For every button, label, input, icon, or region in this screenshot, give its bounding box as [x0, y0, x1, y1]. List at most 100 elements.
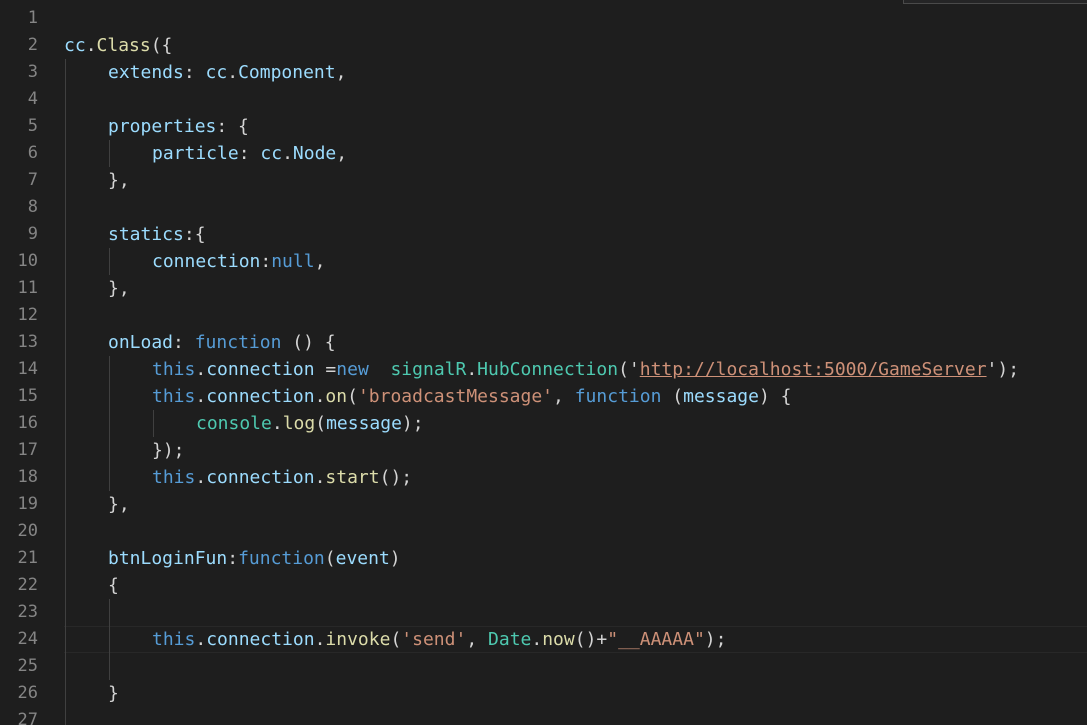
line-number: 16 [17, 413, 38, 433]
code-token: ( [661, 386, 684, 407]
code-editor[interactable]: 1 2 3 4 5 6 7 8 9 10 11 12 13 14 15 16 17 18 19 20 21 22 23 24 2… [0, 0, 1087, 725]
line-number: 26 [17, 683, 38, 703]
line-number: 19 [17, 494, 38, 514]
code-token: . [195, 629, 207, 650]
code-token: Node [292, 143, 337, 164]
code-token: ); [401, 413, 424, 434]
line-number: 27 [17, 710, 38, 725]
code-token: . [531, 629, 543, 650]
code-token: . [195, 359, 207, 380]
code-token: function [194, 332, 282, 353]
code-token: Class [96, 35, 151, 56]
line-number: 5 [27, 116, 38, 136]
code-token: message [326, 413, 402, 434]
code-token: ( [315, 413, 327, 434]
code-token: . [466, 359, 478, 380]
line-number: 12 [17, 305, 38, 325]
line-number: 23 [17, 602, 38, 622]
code-token: particle [152, 143, 239, 164]
code-token: signalR [390, 359, 467, 380]
code-token: }, [108, 278, 130, 299]
code-token: ()+ [574, 629, 608, 650]
code-token: onLoad [108, 332, 174, 353]
code-token: = [314, 359, 337, 380]
code-token: statics [108, 224, 184, 245]
line-number: 11 [17, 278, 38, 298]
line-number: 6 [27, 143, 38, 163]
code-area[interactable]: cc.Class({extends: cc.Component, properti… [64, 0, 1087, 725]
code-line[interactable]: properties: { [108, 113, 249, 140]
code-token: connection [206, 386, 315, 407]
code-token: cc [205, 62, 228, 83]
code-token: ( [390, 629, 402, 650]
code-token: (); [379, 467, 413, 488]
code-line[interactable]: onLoad: function () { [108, 329, 336, 356]
code-token: console [196, 413, 272, 434]
code-token: Component [238, 62, 336, 83]
line-number: 21 [17, 548, 38, 568]
code-token: }, [108, 170, 130, 191]
code-line[interactable]: this.connection.invoke('send', Date.now(… [152, 626, 726, 653]
code-token: ( [347, 386, 358, 407]
code-token: } [108, 683, 119, 704]
code-token: cc [64, 35, 86, 56]
code-token: function [574, 386, 662, 407]
code-token: { [108, 575, 119, 596]
code-line[interactable]: cc.Class({ [64, 32, 172, 59]
line-number: 4 [27, 89, 38, 109]
line-number: 13 [17, 332, 38, 352]
code-token: connection [152, 251, 261, 272]
code-line[interactable]: }, [108, 491, 130, 518]
line-number: 17 [17, 440, 38, 460]
code-line[interactable]: extends: cc.Component, [108, 59, 346, 86]
code-line[interactable]: console.log(message); [196, 410, 424, 437]
code-line[interactable]: statics:{ [108, 221, 206, 248]
code-line[interactable]: }, [108, 275, 130, 302]
code-token: ({ [150, 35, 173, 56]
code-token: connection [206, 359, 315, 380]
code-token: this [152, 629, 196, 650]
code-token: this [152, 359, 196, 380]
code-line[interactable]: particle: cc.Node, [152, 140, 347, 167]
code-line[interactable]: }, [108, 167, 130, 194]
line-number: 9 [27, 224, 38, 244]
code-token: : [183, 62, 206, 83]
code-token: HubConnection [477, 359, 619, 380]
code-line[interactable]: }); [152, 437, 185, 464]
line-number: 20 [17, 521, 38, 541]
line-number: 10 [17, 251, 38, 271]
code-token: new [336, 359, 369, 380]
code-token: . [314, 467, 326, 488]
code-token: . [271, 413, 283, 434]
code-token: . [282, 143, 293, 164]
line-number: 22 [17, 575, 38, 595]
code-token: http://localhost:5000/GameServer [639, 359, 987, 380]
line-number: 14 [17, 359, 38, 379]
line-number: 7 [27, 170, 38, 190]
code-token: : { [216, 116, 249, 137]
code-line[interactable]: } [108, 680, 119, 707]
code-token: connection [206, 629, 315, 650]
code-line[interactable]: this.connection.start(); [152, 464, 412, 491]
line-number: 3 [27, 62, 38, 82]
code-token: '); [986, 359, 1020, 380]
code-line[interactable]: { [108, 572, 119, 599]
code-token: . [85, 35, 97, 56]
code-token: . [195, 467, 207, 488]
code-token: this [152, 467, 196, 488]
code-token: 'broadcastMessage' [357, 386, 554, 407]
code-line[interactable]: this.connection.on('broadcastMessage', f… [152, 383, 791, 410]
code-token: event [335, 548, 390, 569]
line-number: 1 [27, 8, 38, 28]
code-line[interactable]: this.connection =new signalR.HubConnecti… [152, 356, 1019, 383]
code-token: properties [108, 116, 217, 137]
code-line[interactable]: connection:null, [152, 248, 325, 275]
code-token: }, [108, 494, 130, 515]
code-token: this [152, 386, 196, 407]
code-line[interactable]: btnLoginFun:function(event) [108, 545, 401, 572]
code-token: : [227, 548, 239, 569]
code-token: . [227, 62, 239, 83]
code-token: , [336, 143, 348, 164]
code-token: : [260, 251, 272, 272]
